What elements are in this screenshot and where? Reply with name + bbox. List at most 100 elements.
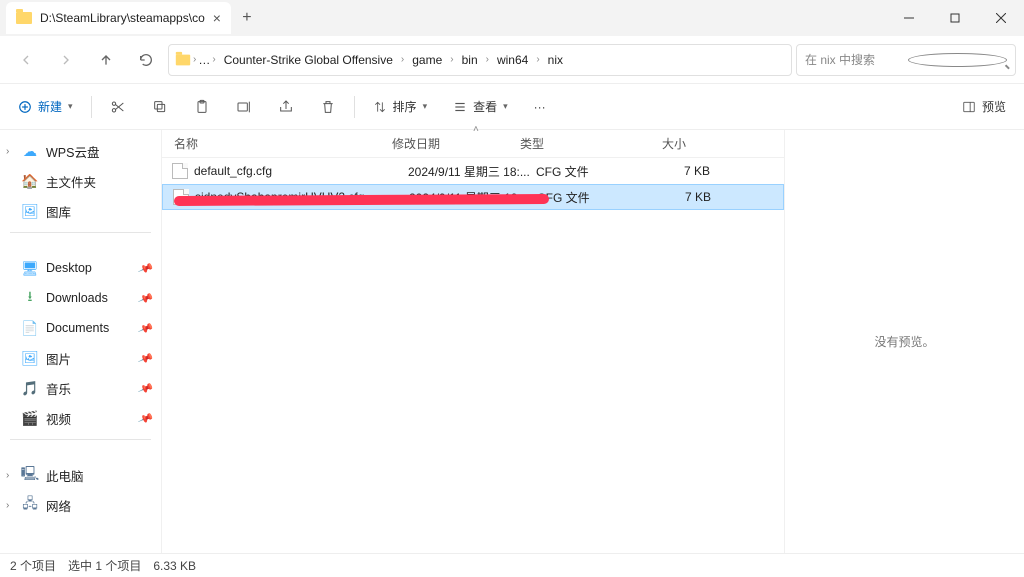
separator [91,96,92,118]
chevron-right-icon: › [536,54,539,65]
crumb-game[interactable]: game [406,45,448,75]
separator [10,439,151,440]
overflow-crumb[interactable]: … [198,53,210,67]
close-window-button[interactable] [978,0,1024,36]
folder-icon [176,54,190,65]
window-tab[interactable]: D:\SteamLibrary\steamapps\co × [6,2,231,34]
chevron-right-icon: › [486,54,489,65]
pin-icon: 📌 [137,320,154,337]
close-tab-icon[interactable]: × [213,10,221,26]
trash-icon [320,99,336,115]
videos-icon: 🎬 [22,410,38,426]
list-icon [453,100,467,114]
new-tab-button[interactable]: + [231,2,263,34]
separator [354,96,355,118]
chevron-down-icon: ▾ [503,101,508,112]
sidebar: ›☁WPS云盘 🏠主文件夹 🖼图库 🖥Desktop📌 ⭳Downloads📌 … [0,130,162,553]
ellipsis-icon: ··· [534,100,546,114]
folder-icon [16,12,32,24]
file-row[interactable]: default_cfg.cfg 2024/9/11 星期三 18:... CFG… [162,158,784,184]
cut-button[interactable] [102,91,134,123]
crumb-win64[interactable]: win64 [491,45,534,75]
column-date[interactable]: 修改日期 [392,135,520,152]
pictures-icon: 🖼 [22,350,38,366]
collapse-handle-icon[interactable]: ˄ [473,124,479,135]
crumb-bin[interactable]: bin [456,45,484,75]
sidebar-item-gallery[interactable]: 🖼图库 [0,196,161,226]
pin-icon: 📌 [137,260,154,277]
crumb-nix[interactable]: nix [542,45,569,75]
sort-button[interactable]: 排序 ▾ [365,91,436,123]
refresh-button[interactable] [128,42,164,78]
chevron-right-icon: › [401,54,404,65]
chevron-right-icon: › [212,54,215,65]
sort-icon [373,100,387,114]
tab-title: D:\SteamLibrary\steamapps\co [40,11,205,25]
network-icon: 🖧 [22,497,38,513]
documents-icon: 📄 [22,320,38,336]
copy-button[interactable] [144,91,176,123]
sidebar-item-music[interactable]: 🎵音乐📌 [0,373,161,403]
file-icon [172,163,188,179]
annotation-underline [174,194,549,206]
address-bar-row: › … › Counter-Strike Global Offensive › … [0,36,1024,84]
status-size: 6.33 KB [153,559,196,573]
chevron-right-icon: › [193,54,196,65]
sidebar-item-thispc[interactable]: ›🖳此电脑 [0,460,161,490]
status-count: 2 个项目 [10,557,56,574]
desktop-icon: 🖥 [22,260,38,276]
share-icon [278,99,294,115]
pin-icon: 📌 [137,410,154,427]
preview-pane-icon [962,100,976,114]
new-button[interactable]: 新建 ▾ [10,91,81,123]
maximize-button[interactable] [932,0,978,36]
sidebar-item-wps[interactable]: ›☁WPS云盘 [0,136,161,166]
rename-button[interactable] [228,91,260,123]
pin-icon: 📌 [137,350,154,367]
minimize-button[interactable] [886,0,932,36]
paste-button[interactable] [186,91,218,123]
preview-pane-button[interactable]: 预览 [954,91,1014,123]
view-button[interactable]: 查看 ▾ [445,91,516,123]
chevron-right-icon: › [6,500,9,511]
copy-icon [152,99,168,115]
cloud-icon: ☁ [22,143,38,159]
rename-icon [236,99,252,115]
chevron-right-icon: › [450,54,453,65]
column-type[interactable]: 类型 [520,135,626,152]
preview-empty-text: 没有预览。 [874,333,934,350]
chevron-down-icon: ▾ [423,101,428,112]
share-button[interactable] [270,91,302,123]
scissors-icon [110,99,126,115]
nav-up-button[interactable] [88,42,124,78]
column-name[interactable]: 名称 [162,135,392,152]
nav-forward-button[interactable] [48,42,84,78]
file-list: ˄ 名称 修改日期 类型 大小 default_cfg.cfg 2024/9/1… [162,130,784,553]
crumb-cs[interactable]: Counter-Strike Global Offensive [218,45,399,75]
sidebar-item-pictures[interactable]: 🖼图片📌 [0,343,161,373]
status-bar: 2 个项目 选中 1 个项目 6.33 KB [0,553,1024,577]
sidebar-item-network[interactable]: ›🖧网络 [0,490,161,520]
sidebar-item-desktop[interactable]: 🖥Desktop📌 [0,253,161,283]
chevron-down-icon: ▾ [68,101,73,112]
clipboard-icon [194,99,210,115]
downloads-icon: ⭳ [22,290,38,306]
search-icon [908,53,1007,67]
chevron-right-icon: › [6,470,9,481]
plus-circle-icon [18,100,32,114]
delete-button[interactable] [312,91,344,123]
search-input[interactable]: 在 nix 中搜索 [796,44,1016,76]
sidebar-item-videos[interactable]: 🎬视频📌 [0,403,161,433]
sidebar-item-documents[interactable]: 📄Documents📌 [0,313,161,343]
column-size[interactable]: 大小 [626,135,696,152]
sidebar-item-home[interactable]: 🏠主文件夹 [0,166,161,196]
command-bar: 新建 ▾ 排序 ▾ 查看 ▾ ··· 预览 [0,84,1024,130]
separator [10,232,151,233]
chevron-right-icon: › [6,146,9,157]
home-icon: 🏠 [22,173,38,189]
sidebar-item-downloads[interactable]: ⭳Downloads📌 [0,283,161,313]
breadcrumb[interactable]: › … › Counter-Strike Global Offensive › … [168,44,792,76]
titlebar: D:\SteamLibrary\steamapps\co × + [0,0,1024,36]
more-button[interactable]: ··· [526,91,554,123]
nav-back-button[interactable] [8,42,44,78]
